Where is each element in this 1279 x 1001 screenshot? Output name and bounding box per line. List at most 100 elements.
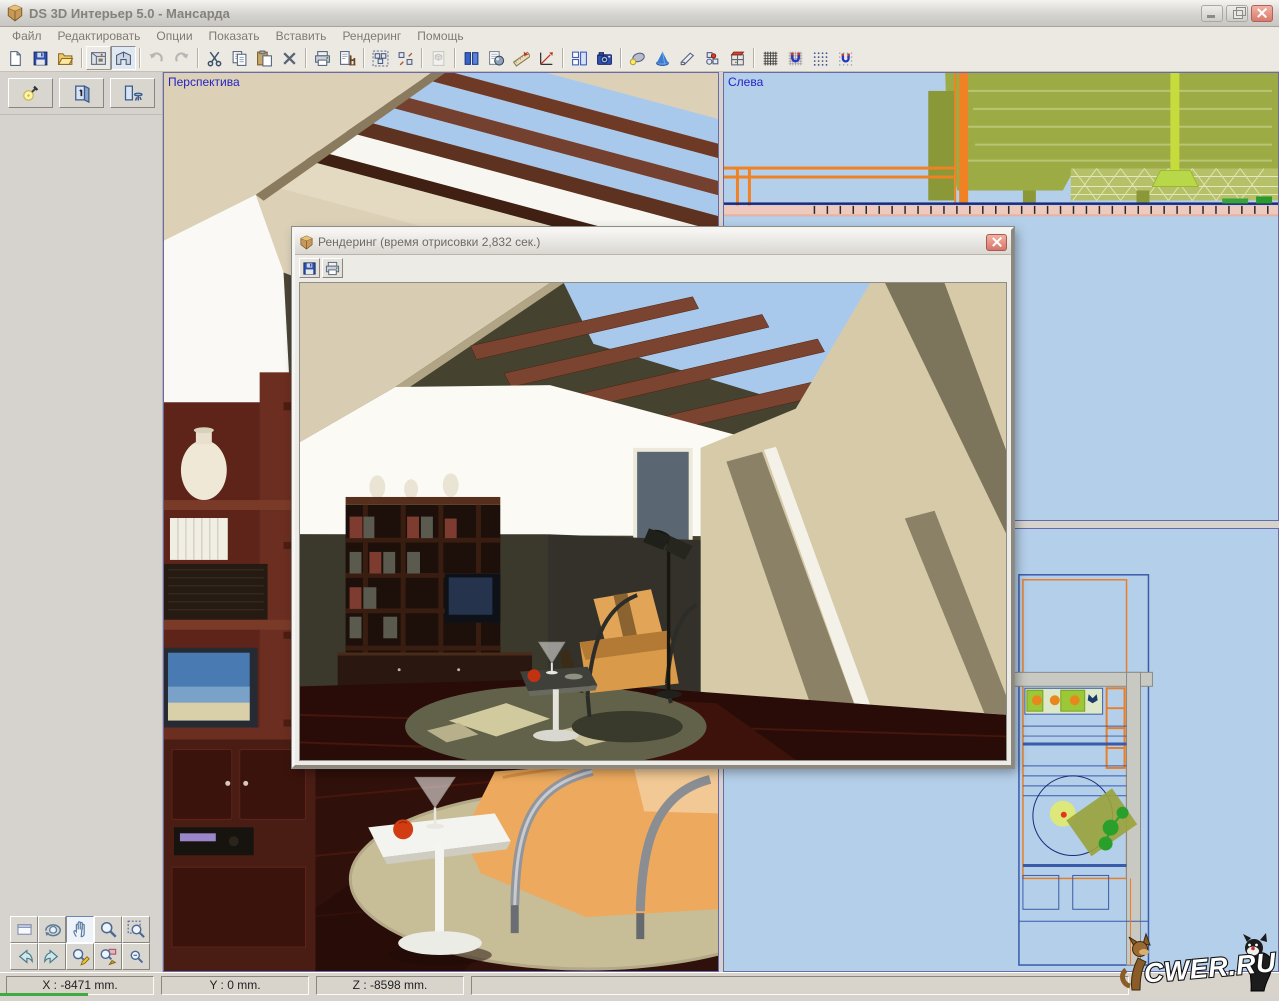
nav-icon <box>15 947 34 966</box>
insert-menu[interactable]: Вставить <box>268 28 335 44</box>
undo-button[interactable] <box>144 46 169 70</box>
status-y: Y : 0 mm. <box>161 976 309 995</box>
toolbar-icon <box>538 50 555 67</box>
viewport-layout-button[interactable] <box>567 46 592 70</box>
toolbar-icon <box>762 50 779 67</box>
nav-icon <box>71 947 90 966</box>
cut-button[interactable] <box>202 46 227 70</box>
split-view-button[interactable] <box>459 46 484 70</box>
help-menu[interactable]: Помощь <box>409 28 471 44</box>
edit-menu[interactable]: Редактировать <box>50 28 149 44</box>
grid-snap-button[interactable] <box>783 46 808 70</box>
coordinate-axes-button[interactable] <box>534 46 559 70</box>
toolbar-icon <box>787 50 804 67</box>
toolbar-icon <box>231 50 248 67</box>
menu-bar: ФайлРедактироватьОпцииПоказатьВставитьРе… <box>0 27 1279 45</box>
toolbar-icon <box>430 50 447 67</box>
insert-furniture-button[interactable] <box>335 46 360 70</box>
close-icon <box>1257 8 1267 18</box>
view-navigation-tools <box>10 916 150 970</box>
delete-button[interactable] <box>277 46 302 70</box>
camera-button[interactable] <box>592 46 617 70</box>
save-button[interactable] <box>28 46 53 70</box>
copy-button[interactable] <box>227 46 252 70</box>
close-button[interactable] <box>1251 5 1273 22</box>
render-dialog-titlebar[interactable]: Рендеринг (время отрисовки 2,832 сек.) <box>295 230 1011 255</box>
render-material-button[interactable] <box>484 46 509 70</box>
lighting-button[interactable] <box>8 78 53 108</box>
furniture-library-button[interactable] <box>725 46 750 70</box>
render-dialog-toolbar <box>295 255 1011 281</box>
toolbar-icon <box>654 50 671 67</box>
room-1-button[interactable] <box>59 78 104 108</box>
view-menu[interactable]: Показать <box>201 28 268 44</box>
close-icon <box>992 237 1002 247</box>
toolbar-icon <box>571 50 588 67</box>
minimize-button[interactable] <box>1201 5 1223 22</box>
dialog-toolbar-icon <box>302 261 317 276</box>
toolbar-icon <box>281 50 298 67</box>
grid-button[interactable] <box>758 46 783 70</box>
primitive-cone-button[interactable] <box>650 46 675 70</box>
nav-icon <box>127 920 146 939</box>
dot-grid-button[interactable] <box>808 46 833 70</box>
nav-icon <box>127 947 146 966</box>
dialog-toolbar-icon <box>325 261 340 276</box>
pan-button[interactable] <box>66 916 94 943</box>
minimize-icon <box>1207 15 1215 18</box>
toolbar-icon <box>314 50 331 67</box>
toolbar-icon <box>115 50 132 67</box>
new-document-button[interactable] <box>3 46 28 70</box>
render-dialog-icon <box>299 235 314 250</box>
toolbar-icon <box>206 50 223 67</box>
render-dialog-close-button[interactable] <box>986 234 1007 251</box>
zoom-shapes-button[interactable] <box>94 943 122 970</box>
save-button[interactable] <box>299 258 320 278</box>
select-window-button[interactable] <box>10 916 38 943</box>
walls-3d-view-button[interactable] <box>111 46 136 70</box>
nav-icon <box>71 920 90 939</box>
print-button[interactable] <box>322 258 343 278</box>
status-bar: X : -8471 mm. Y : 0 mm. Z : -8598 mm. <box>0 972 1279 996</box>
render-menu[interactable]: Рендеринг <box>334 28 409 44</box>
window-titlebar[interactable]: DS 3D Интерьер 5.0 - Мансарда <box>0 0 1279 27</box>
paste-button[interactable] <box>252 46 277 70</box>
toolbar-icon <box>837 50 854 67</box>
sidebar-icon <box>21 83 41 103</box>
redo-button[interactable] <box>169 46 194 70</box>
spotlight-button[interactable] <box>625 46 650 70</box>
room-furniture-button[interactable] <box>110 78 155 108</box>
toolbar-icon <box>729 50 746 67</box>
zoom-pencil-button[interactable] <box>66 943 94 970</box>
zoom-button[interactable] <box>94 916 122 943</box>
options-menu[interactable]: Опции <box>148 28 200 44</box>
print-button[interactable] <box>310 46 335 70</box>
nav-icon <box>43 920 62 939</box>
zoom-window-button[interactable] <box>122 916 150 943</box>
toolbar-icon <box>679 50 696 67</box>
file-menu[interactable]: Файл <box>4 28 50 44</box>
sidebar-button-row <box>0 72 162 115</box>
zoom-small-button[interactable] <box>122 943 150 970</box>
light-group-button[interactable] <box>700 46 725 70</box>
render-dialog: Рендеринг (время отрисовки 2,832 сек.) <box>292 227 1014 768</box>
ungroup-objects-button[interactable] <box>393 46 418 70</box>
dot-grid-snap-button[interactable] <box>833 46 858 70</box>
view-prev-button[interactable] <box>10 943 38 970</box>
toolbar-icon <box>704 50 721 67</box>
open-button[interactable] <box>53 46 78 70</box>
view-next-button[interactable] <box>38 943 66 970</box>
toolbar-icon <box>513 50 530 67</box>
app-icon <box>6 4 24 22</box>
sidebar-icon <box>123 83 143 103</box>
window-title: DS 3D Интерьер 5.0 - Мансарда <box>29 6 1201 21</box>
toolbar-icon <box>372 50 389 67</box>
room-3d-view-button[interactable] <box>86 46 111 70</box>
rendered-image <box>299 282 1007 761</box>
object-properties-button[interactable] <box>426 46 451 70</box>
restore-button[interactable] <box>1226 5 1248 22</box>
group-objects-button[interactable] <box>368 46 393 70</box>
orbit-button[interactable] <box>38 916 66 943</box>
measure-button[interactable] <box>509 46 534 70</box>
wall-profile-button[interactable] <box>675 46 700 70</box>
